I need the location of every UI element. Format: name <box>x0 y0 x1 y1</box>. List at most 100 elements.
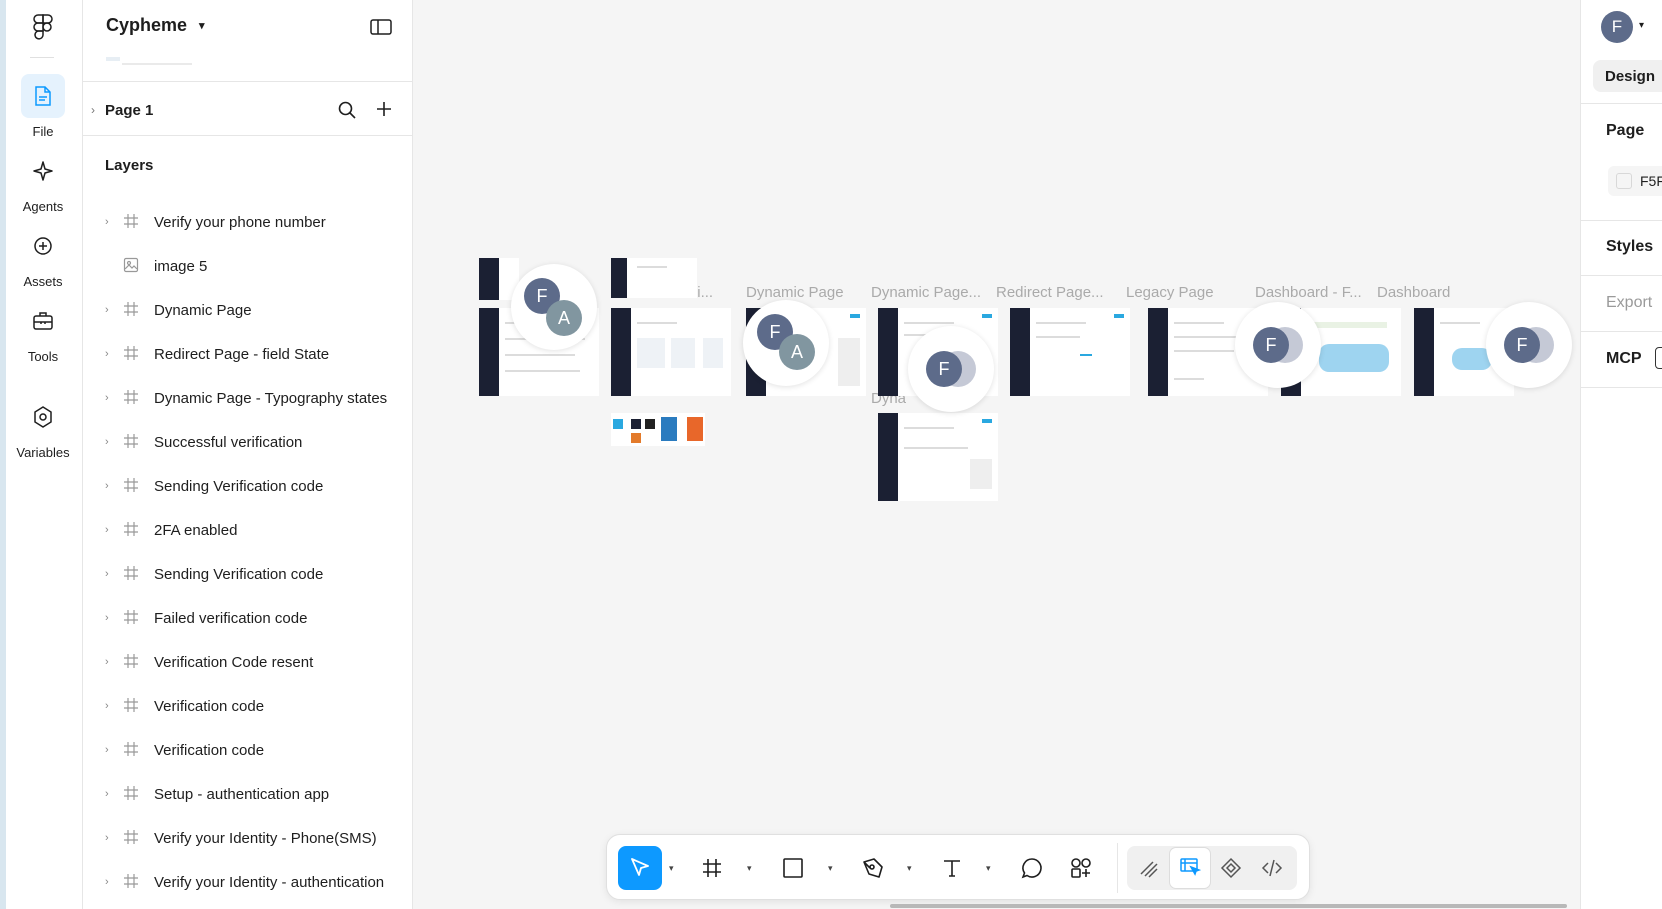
layer-item[interactable]: › Failed verification code <box>83 596 413 640</box>
chevron-right-icon[interactable]: › <box>105 480 109 492</box>
style-swatches-thumbnail[interactable] <box>611 413 705 446</box>
rectangle-icon <box>783 858 803 878</box>
chevron-right-icon[interactable]: › <box>105 568 109 580</box>
search-icon[interactable] <box>337 100 357 120</box>
chevron-down-icon: ▾ <box>199 20 205 32</box>
layer-item[interactable]: › Sending Verification code <box>83 464 413 508</box>
chevron-right-icon[interactable]: › <box>105 216 109 228</box>
rail-agents[interactable]: Agents <box>10 149 76 214</box>
layer-item[interactable]: › Sending Verification code <box>83 552 413 596</box>
layer-name: Successful verification <box>154 433 303 451</box>
chevron-right-icon[interactable]: › <box>105 788 109 800</box>
tab-design[interactable]: Design <box>1593 60 1662 92</box>
page-color-hex[interactable]: F5F <box>1640 173 1662 189</box>
mcp-toggle[interactable] <box>1655 347 1662 369</box>
collaborator-bubble[interactable]: F A <box>743 300 829 386</box>
pen-tool-button[interactable] <box>851 846 895 890</box>
prototype-mode-button[interactable] <box>1211 848 1251 888</box>
page-section-title: Page <box>1606 122 1645 139</box>
layer-item[interactable]: › Redirect Page - field State <box>83 332 413 376</box>
color-swatch[interactable] <box>1616 173 1632 189</box>
layer-item[interactable]: › Verification code <box>83 684 413 728</box>
frame-title[interactable]: Dynamic Page... <box>871 284 981 301</box>
chevron-right-icon[interactable]: › <box>105 656 109 668</box>
avatar: A <box>546 300 582 336</box>
canvas-horizontal-scrollbar[interactable] <box>890 904 1567 908</box>
frame-thumbnail-landing[interactable] <box>611 308 731 396</box>
chevron-right-icon[interactable]: › <box>105 876 109 888</box>
frame-tool-button[interactable] <box>690 846 734 890</box>
file-name-menu[interactable]: Cypheme ▾ <box>106 15 205 36</box>
comment-tool-button[interactable] <box>1010 846 1054 890</box>
chevron-down-icon[interactable]: ▾ <box>747 863 752 874</box>
chevron-down-icon[interactable]: ▾ <box>907 863 912 874</box>
frame-hash-icon <box>124 390 138 404</box>
frame-title[interactable]: Dashboard - F... <box>1255 284 1362 301</box>
chevron-right-icon[interactable]: › <box>105 436 109 448</box>
shape-tool-button[interactable] <box>771 846 815 890</box>
rail-variables[interactable]: Variables <box>10 395 76 460</box>
window-edge <box>0 0 6 909</box>
move-tool-button[interactable] <box>618 846 662 890</box>
layer-item[interactable]: image 5 <box>83 244 413 288</box>
page-color-field[interactable]: F5F <box>1608 166 1662 196</box>
layer-item[interactable]: › Verification code <box>83 728 413 772</box>
collaborator-bubble[interactable]: F <box>908 326 994 412</box>
chevron-right-icon[interactable]: › <box>105 700 109 712</box>
frame-thumbnail[interactable] <box>611 258 697 298</box>
collaborator-bubble[interactable]: F <box>1486 302 1572 388</box>
mcp-section-title[interactable]: MCP <box>1606 350 1642 368</box>
figma-logo-icon[interactable] <box>33 14 53 40</box>
text-icon <box>944 860 960 877</box>
chevron-down-icon[interactable]: ▾ <box>986 863 991 874</box>
layer-item[interactable]: › Setup - authentication app <box>83 772 413 816</box>
collaborator-bubble[interactable]: F <box>1235 302 1321 388</box>
frame-title[interactable]: Dashboard <box>1377 284 1450 301</box>
actions-tool-button[interactable] <box>1059 846 1103 890</box>
add-page-icon[interactable] <box>375 100 393 118</box>
user-avatar[interactable]: F <box>1601 11 1633 43</box>
layer-item[interactable]: › Dynamic Page - Typography states <box>83 376 413 420</box>
frame-thumbnail-typography-states[interactable] <box>878 413 998 501</box>
chevron-right-icon[interactable]: › <box>105 744 109 756</box>
chevron-down-icon[interactable]: ▾ <box>1639 20 1644 31</box>
layer-item[interactable]: › 2FA enabled <box>83 508 413 552</box>
layer-name: Failed verification code <box>154 609 308 627</box>
panel-divider <box>1581 220 1662 221</box>
chevron-down-icon[interactable]: ▾ <box>669 863 674 874</box>
layer-item[interactable]: › Verify your Identity - authentication <box>83 860 413 904</box>
frame-thumbnail-redirect-page[interactable] <box>1010 308 1130 396</box>
design-mode-button[interactable] <box>1170 848 1210 888</box>
chevron-right-icon[interactable]: › <box>105 392 109 404</box>
chevron-right-icon[interactable]: › <box>105 524 109 536</box>
dev-mode-button[interactable] <box>1252 848 1292 888</box>
canvas[interactable]: yph reate a Landi... Dynamic Page Dynami… <box>413 0 1580 909</box>
layer-name: Verify your Identity - Phone(SMS) <box>154 829 377 847</box>
layer-name: Dynamic Page - Typography states <box>154 389 388 407</box>
text-tool-button[interactable] <box>930 846 974 890</box>
layer-item[interactable]: › Verify your Identity - Phone(SMS) <box>83 816 413 860</box>
chevron-right-icon[interactable]: › <box>105 612 109 624</box>
page-selector[interactable]: › Page 1 <box>83 96 413 124</box>
sidebar-toggle-icon[interactable] <box>370 18 392 36</box>
rail-assets[interactable]: Assets <box>10 224 76 289</box>
styles-section-title[interactable]: Styles <box>1606 238 1653 256</box>
frame-title[interactable]: Legacy Page <box>1126 284 1214 301</box>
chevron-down-icon[interactable]: ▾ <box>828 863 833 874</box>
chevron-right-icon[interactable]: › <box>105 348 109 360</box>
layer-item[interactable]: › Verify your phone number <box>83 200 413 244</box>
cursor-arrow-icon <box>631 858 649 876</box>
layer-item[interactable]: › Successful verification <box>83 420 413 464</box>
panel-divider <box>1581 387 1662 388</box>
frame-title[interactable]: Redirect Page... <box>996 284 1104 301</box>
frame-title[interactable]: Dynamic Page <box>746 284 844 301</box>
chevron-right-icon[interactable]: › <box>105 832 109 844</box>
rail-tools[interactable]: Tools <box>10 299 76 364</box>
collaborator-bubble[interactable]: F A <box>511 264 597 350</box>
layer-item[interactable]: › Verification Code resent <box>83 640 413 684</box>
draw-mode-button[interactable] <box>1129 848 1169 888</box>
chevron-right-icon[interactable]: › <box>105 304 109 316</box>
layer-item[interactable]: › Dynamic Page <box>83 288 413 332</box>
rail-file[interactable]: File <box>10 74 76 139</box>
export-section-title[interactable]: Export <box>1606 294 1652 312</box>
